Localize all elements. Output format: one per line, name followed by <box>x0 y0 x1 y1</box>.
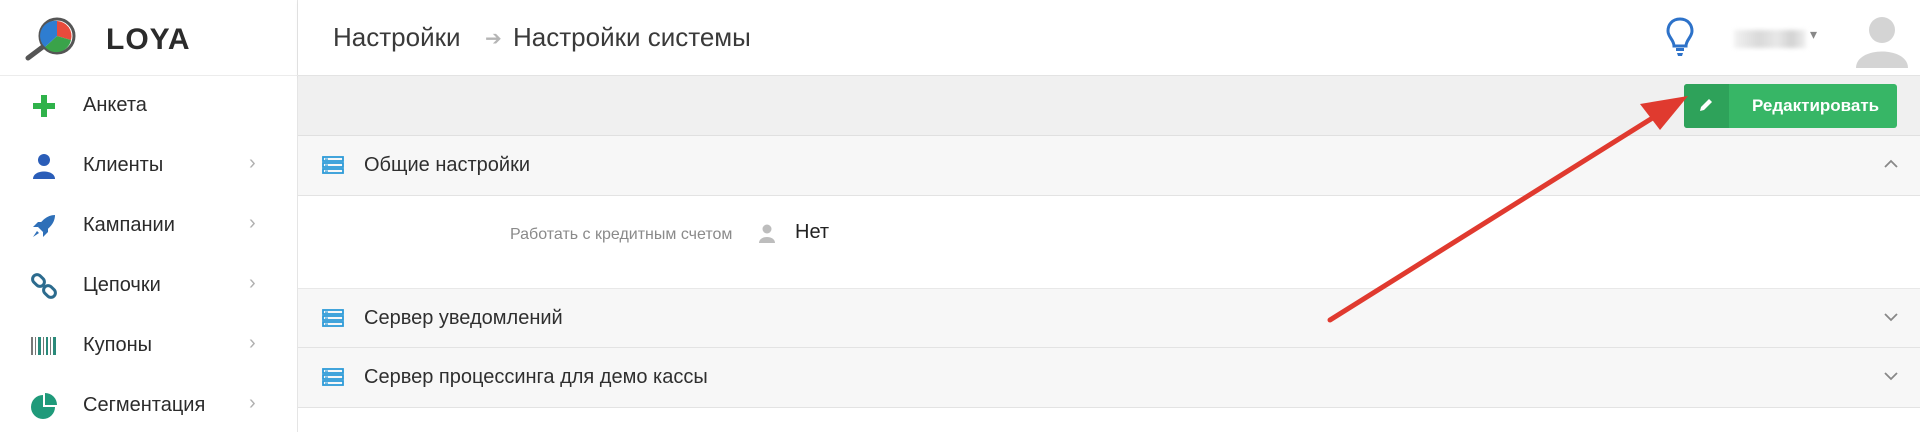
field-label-credit-account: Работать с кредитным счетом <box>510 226 733 243</box>
edit-button-label: Редактировать <box>1752 96 1880 115</box>
chevron-right-icon: › <box>249 212 256 234</box>
chain-icon <box>31 273 57 299</box>
logo-text: LOYA <box>106 23 191 56</box>
chevron-up-icon[interactable] <box>1883 159 1899 169</box>
server-icon <box>322 156 344 174</box>
logo[interactable]: LOYA <box>0 0 298 76</box>
chevron-down-icon[interactable] <box>1883 312 1899 322</box>
page-title: Настройки системы <box>513 22 751 52</box>
section-notification-server[interactable]: Сервер уведомлений <box>298 288 1920 348</box>
section-title: Сервер процессинга для демо кассы <box>364 366 708 388</box>
sidebar-item-label: Анкета <box>83 94 147 116</box>
section-general-settings[interactable]: Общие настройки <box>298 136 1920 196</box>
barcode-icon <box>31 337 56 355</box>
user-icon <box>759 224 775 243</box>
sidebar-item-coupons[interactable]: Купоны › <box>0 316 298 376</box>
chevron-right-icon: › <box>249 332 256 354</box>
logo-icon <box>25 17 76 61</box>
breadcrumb-arrow-icon: ➔ <box>485 28 502 50</box>
sidebar-item-label: Клиенты <box>83 154 164 176</box>
user-icon <box>33 154 55 179</box>
edit-button[interactable]: Редактировать <box>1684 84 1897 128</box>
sidebar-item-segmentation[interactable]: Сегментация › <box>0 376 298 436</box>
sidebar-item-clients[interactable]: Клиенты › <box>0 136 298 196</box>
chevron-right-icon: › <box>249 152 256 174</box>
section-title: Общие настройки <box>364 154 530 176</box>
server-icon <box>322 309 344 327</box>
section-demo-processing-server[interactable]: Сервер процессинга для демо кассы <box>298 348 1920 408</box>
sidebar-item-campaigns[interactable]: Кампании › <box>0 196 298 256</box>
sidebar-item-label: Цепочки <box>83 274 161 296</box>
sidebar-item-label: Сегментация <box>83 394 206 416</box>
sidebar-item-anketa[interactable]: Анкета <box>0 76 298 136</box>
chevron-right-icon: › <box>249 272 256 294</box>
sidebar-item-chains[interactable]: Цепочки › <box>0 256 298 316</box>
chevron-right-icon: › <box>249 392 256 414</box>
server-icon <box>322 368 344 386</box>
plus-icon <box>33 95 55 117</box>
top-header: Настройки ➔ Настройки системы ▾ <box>298 0 1920 76</box>
sidebar-item-label: Кампании <box>83 214 175 236</box>
pencil-icon <box>1700 99 1712 111</box>
pie-chart-icon <box>31 393 57 419</box>
section-title: Сервер уведомлений <box>364 307 563 329</box>
sidebar: LOYA Анкета Клиенты › Кампании › Цепочки… <box>0 0 298 432</box>
field-value-credit-account: Нет <box>795 221 830 243</box>
sidebar-nav: Анкета Клиенты › Кампании › Цепочки › Ку… <box>0 76 298 436</box>
edit-button-icon-box <box>1684 84 1729 128</box>
chevron-down-icon[interactable] <box>1883 371 1899 381</box>
rocket-icon <box>33 215 55 237</box>
sidebar-item-label: Купоны <box>83 334 153 356</box>
toolbar: Редактировать <box>298 76 1920 136</box>
chevron-down-icon[interactable]: ▾ <box>1810 26 1817 43</box>
breadcrumb-settings[interactable]: Настройки <box>333 22 461 53</box>
lightbulb-icon[interactable] <box>1666 16 1694 58</box>
username-blurred[interactable] <box>1734 30 1806 48</box>
avatar[interactable] <box>1854 12 1910 68</box>
section-general-settings-body: Работать с кредитным счетом Нет <box>298 196 1920 288</box>
